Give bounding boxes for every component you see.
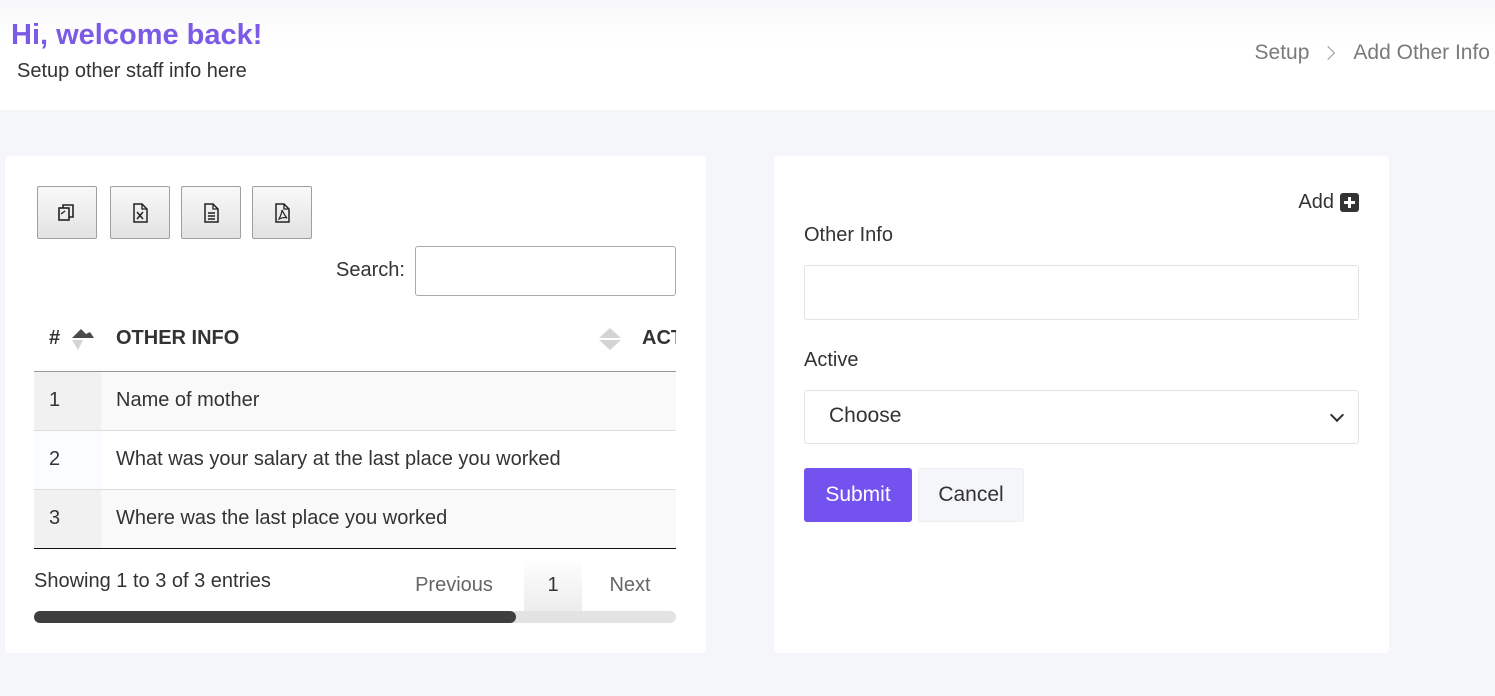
active-select-value: Choose <box>829 404 902 427</box>
csv-export-button[interactable] <box>181 186 241 239</box>
other-info-table-card: Search: # OTHER INFO ACT 1 Name of mothe… <box>5 156 706 653</box>
active-select[interactable]: Choose <box>804 390 1359 444</box>
add-label: Add <box>1298 191 1334 213</box>
excel-export-button[interactable] <box>110 186 170 239</box>
table-row: 1 Name of mother <box>34 372 676 431</box>
table-row: 2 What was your salary at the last place… <box>34 431 676 490</box>
scrollbar-thumb[interactable] <box>34 611 516 623</box>
plus-square-icon <box>1340 193 1359 212</box>
search-input[interactable] <box>415 246 676 296</box>
copy-button[interactable] <box>37 186 97 239</box>
sort-icon[interactable] <box>597 326 623 352</box>
chevron-right-icon <box>1321 45 1336 61</box>
row-other-info: Where was the last place you worked <box>116 507 448 529</box>
page-1-button[interactable]: 1 <box>524 558 582 612</box>
excel-file-icon <box>133 202 148 223</box>
page-subtitle: Setup other staff info here <box>17 60 247 82</box>
submit-button[interactable]: Submit <box>804 468 912 522</box>
pdf-export-button[interactable] <box>252 186 312 239</box>
breadcrumb-item-add-other-info: Add Other Info <box>1353 41 1490 64</box>
table-row: 3 Where was the last place you worked <box>34 490 676 549</box>
next-page-button[interactable]: Next <box>598 558 662 612</box>
other-info-label: Other Info <box>804 224 893 246</box>
row-other-info: What was your salary at the last place y… <box>116 448 561 470</box>
other-info-field[interactable] <box>804 265 1359 320</box>
column-header-action[interactable]: ACT <box>642 327 676 350</box>
breadcrumb: Setup Add Other Info <box>1255 41 1490 65</box>
add-other-info-form: Add Other Info Active Choose Submit Canc… <box>774 156 1389 653</box>
cancel-button[interactable]: Cancel <box>918 468 1024 522</box>
row-number: 1 <box>34 372 101 430</box>
breadcrumb-item-setup[interactable]: Setup <box>1255 41 1310 65</box>
row-other-info: Name of mother <box>116 389 260 411</box>
row-number: 3 <box>34 490 101 548</box>
add-button[interactable]: Add <box>1298 191 1359 214</box>
chevron-down-icon <box>1329 407 1345 423</box>
search-label: Search: <box>336 259 405 281</box>
other-info-table: # OTHER INFO ACT 1 Name of mother 2 What… <box>34 314 676 549</box>
table-header: # OTHER INFO ACT <box>34 314 676 372</box>
page-header: Hi, welcome back! Setup other staff info… <box>0 0 1495 110</box>
table-info: Showing 1 to 3 of 3 entries <box>34 570 271 592</box>
sort-ascending-icon[interactable] <box>70 326 96 352</box>
pdf-file-icon <box>275 202 290 223</box>
column-header-other-info[interactable]: OTHER INFO <box>116 327 239 350</box>
column-header-number[interactable]: # <box>49 327 60 350</box>
document-icon <box>204 202 219 223</box>
active-label: Active <box>804 349 859 371</box>
welcome-heading: Hi, welcome back! <box>11 19 263 51</box>
previous-page-button[interactable]: Previous <box>398 558 510 612</box>
copy-icon <box>58 203 74 221</box>
row-number: 2 <box>34 431 101 489</box>
